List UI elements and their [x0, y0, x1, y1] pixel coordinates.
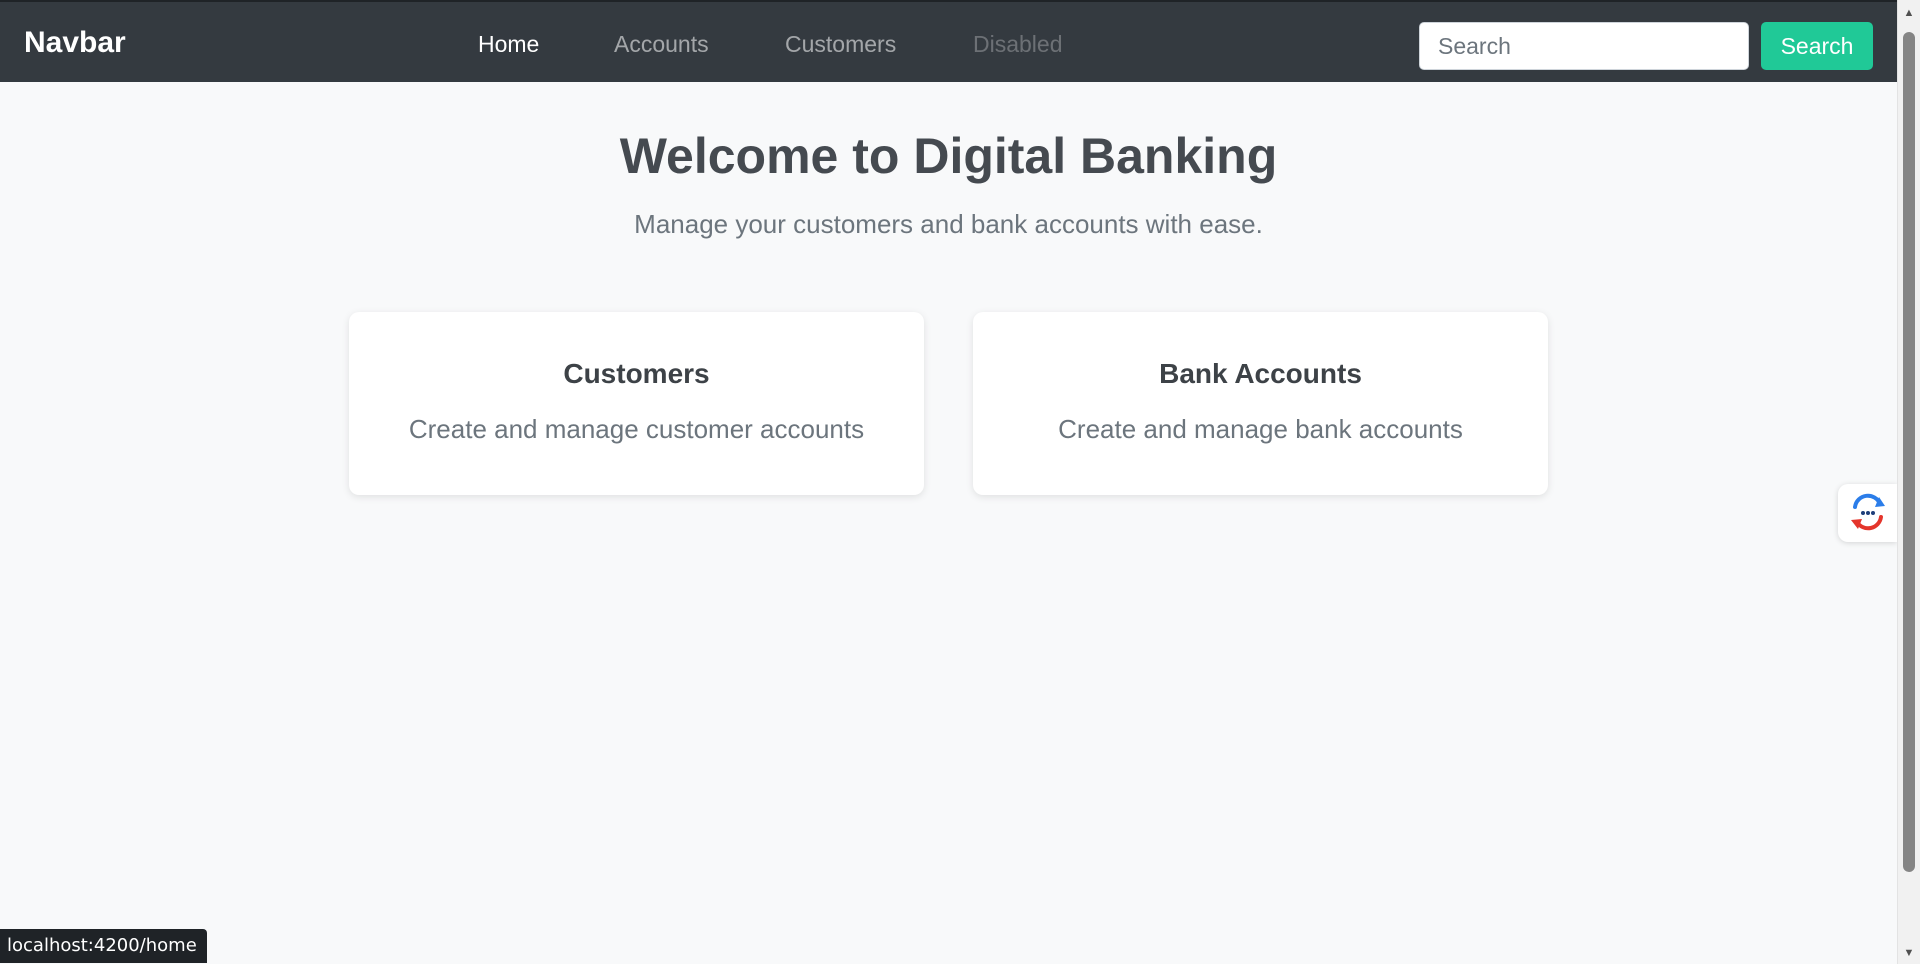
bank-accounts-card-text: Create and manage bank accounts: [1058, 414, 1463, 444]
chat-refresh-icon: [1851, 493, 1885, 531]
nav-link-accounts[interactable]: Accounts: [614, 30, 709, 58]
nav-link-customers[interactable]: Customers: [785, 30, 896, 58]
customers-card-title: Customers: [563, 358, 710, 389]
search-button[interactable]: Search: [1761, 22, 1873, 70]
page: Navbar Home Accounts Customers Disabled …: [0, 0, 1897, 964]
browser-viewport: Navbar Home Accounts Customers Disabled …: [0, 0, 1920, 964]
page-subtitle: Manage your customers and bank accounts …: [634, 209, 1263, 239]
nav-link-disabled: Disabled: [973, 31, 1063, 57]
navbar-brand[interactable]: Navbar: [24, 26, 126, 60]
scrollbar-thumb[interactable]: [1903, 32, 1915, 872]
page-title: Welcome to Digital Banking: [619, 128, 1278, 184]
scroll-down-arrow-icon[interactable]: ▼: [1898, 942, 1920, 964]
status-bar-url: localhost:4200/home: [0, 929, 207, 963]
vertical-scrollbar[interactable]: ▲ ▼: [1897, 0, 1920, 964]
bank-accounts-card-title: Bank Accounts: [1159, 358, 1362, 389]
floating-chat-widget[interactable]: [1838, 484, 1897, 542]
scroll-up-arrow-icon[interactable]: ▲: [1898, 2, 1920, 24]
nav-link-home[interactable]: Home: [478, 30, 539, 58]
bank-accounts-card[interactable]: Bank Accounts Create and manage bank acc…: [973, 312, 1548, 495]
search-input[interactable]: [1419, 22, 1749, 70]
customers-card[interactable]: Customers Create and manage customer acc…: [349, 312, 924, 495]
customers-card-text: Create and manage customer accounts: [408, 414, 865, 444]
navbar: Navbar Home Accounts Customers Disabled …: [0, 0, 1897, 82]
